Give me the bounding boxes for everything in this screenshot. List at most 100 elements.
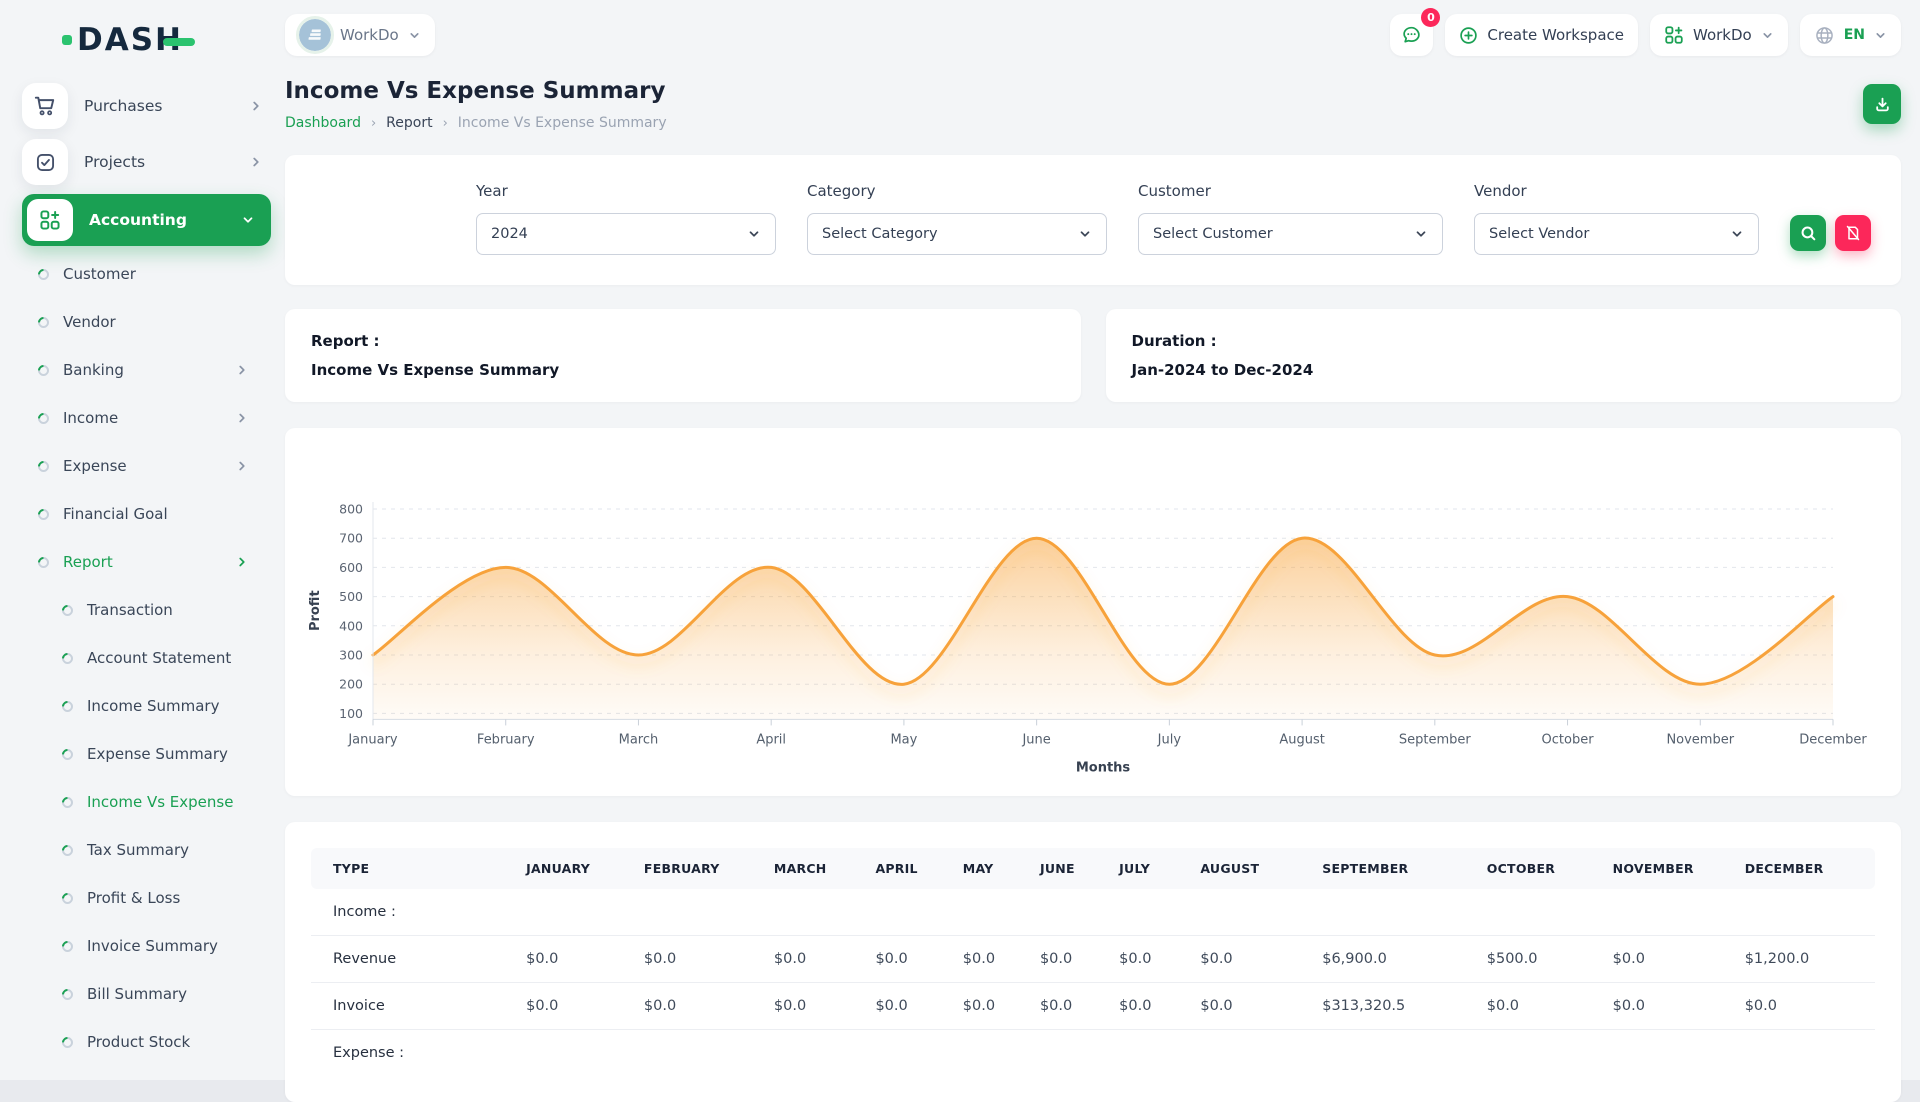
table-header-row: TYPEJANUARYFEBRUARYMARCHAPRILMAYJUNEJULY…	[311, 848, 1875, 889]
svg-text:September: September	[1399, 732, 1472, 747]
logo-dot	[62, 35, 72, 45]
bullet-icon	[60, 698, 76, 714]
sidebar-item-transaction[interactable]: Transaction	[22, 586, 271, 634]
cell	[863, 889, 950, 936]
svg-text:January: January	[347, 732, 398, 747]
column-header-july: JULY	[1107, 848, 1188, 889]
sidebar-item-product-stock[interactable]: Product Stock	[22, 1018, 271, 1066]
table-row-revenue: Revenue$0.0$0.0$0.0$0.0$0.0$0.0$0.0$0.0$…	[311, 936, 1875, 983]
cell	[1188, 1030, 1310, 1077]
sidebar-item-tax-summary[interactable]: Tax Summary	[22, 826, 271, 874]
sidebar-item-cash-flow[interactable]: Cash Flow	[22, 1066, 271, 1080]
sidebar-item-account-statement[interactable]: Account Statement	[22, 634, 271, 682]
sidebar-item-income-summary[interactable]: Income Summary	[22, 682, 271, 730]
chevron-right-icon	[235, 363, 249, 377]
svg-text:600: 600	[339, 560, 363, 575]
cell: $0.0	[951, 936, 1028, 983]
sidebar-item-label: Tax Summary	[87, 841, 271, 859]
cell	[1028, 889, 1107, 936]
breadcrumb-item-dashboard[interactable]: Dashboard	[285, 115, 361, 131]
bullet-icon	[36, 458, 52, 474]
download-button[interactable]	[1863, 84, 1901, 124]
cell: $0.0	[1107, 983, 1188, 1030]
cell	[1107, 1030, 1188, 1077]
cell	[1310, 1030, 1475, 1077]
cell: $313,320.5	[1310, 983, 1475, 1030]
create-workspace-button[interactable]: Create Workspace	[1445, 14, 1638, 56]
cart-icon	[22, 83, 68, 129]
page-header: Income Vs Expense Summary Dashboard›Repo…	[285, 78, 1901, 131]
vendor-label: Vendor	[1474, 182, 1759, 200]
sidebar-item-banking[interactable]: Banking	[22, 346, 271, 394]
column-header-august: AUGUST	[1188, 848, 1310, 889]
bullet-icon	[60, 842, 76, 858]
cell	[1475, 889, 1601, 936]
sidebar-item-invoice-summary[interactable]: Invoice Summary	[22, 922, 271, 970]
sidebar-item-accounting[interactable]: Accounting	[22, 194, 271, 246]
svg-text:November: November	[1666, 732, 1734, 747]
category-filter: Category Select Category	[807, 182, 1107, 255]
chevron-down-icon	[241, 213, 255, 227]
column-header-february: FEBRUARY	[632, 848, 762, 889]
filter-panel: Year 2024 Category Select Category Custo…	[285, 155, 1901, 285]
category-select[interactable]: Select Category	[807, 213, 1107, 255]
tasks-icon	[22, 139, 68, 185]
sidebar-item-purchases[interactable]: Purchases	[22, 78, 271, 134]
cell: $0.0	[1188, 936, 1310, 983]
workspace-menu-button[interactable]: WorkDo	[1650, 14, 1788, 56]
cell: $1,200.0	[1733, 936, 1875, 983]
app-logo[interactable]: DASH	[62, 22, 271, 58]
cell: $0.0	[951, 983, 1028, 1030]
sidebar-item-income-vs-expense[interactable]: Income Vs Expense	[22, 778, 271, 826]
svg-text:May: May	[890, 732, 917, 747]
sidebar-item-expense[interactable]: Expense	[22, 442, 271, 490]
sidebar-item-label: Projects	[84, 153, 233, 171]
sidebar-item-vendor[interactable]: Vendor	[22, 298, 271, 346]
language-code: EN	[1844, 27, 1865, 43]
svg-text:February: February	[477, 732, 535, 747]
messages-button[interactable]: 0	[1390, 14, 1433, 56]
accounting-submenu: Customer Vendor Banking Income ExpenseFinanc…	[22, 250, 271, 1080]
cell: $0.0	[514, 936, 632, 983]
vendor-filter: Vendor Select Vendor	[1474, 182, 1759, 255]
sidebar-item-report[interactable]: Report	[22, 538, 271, 586]
sidebar-item-expense-summary[interactable]: Expense Summary	[22, 730, 271, 778]
sidebar-item-label: Profit & Loss	[87, 889, 271, 907]
sidebar-item-label: Customer	[63, 265, 271, 283]
column-header-september: SEPTEMBER	[1310, 848, 1475, 889]
sidebar-item-financial-goal[interactable]: Financial Goal	[22, 490, 271, 538]
breadcrumb-item-report[interactable]: Report	[386, 115, 432, 131]
sidebar-item-income[interactable]: Income	[22, 394, 271, 442]
bullet-icon	[60, 938, 76, 954]
cell	[632, 1030, 762, 1077]
svg-text:400: 400	[339, 618, 363, 633]
svg-text:Months: Months	[1076, 760, 1131, 775]
sidebar-item-projects[interactable]: Projects	[22, 134, 271, 190]
search-icon	[1800, 225, 1817, 242]
customer-select[interactable]: Select Customer	[1138, 213, 1443, 255]
cell: $0.0	[1601, 936, 1733, 983]
grid-plus-icon	[1664, 25, 1684, 45]
top-header: WorkDo 0	[285, 0, 1901, 62]
income-expense-table-card: TYPEJANUARYFEBRUARYMARCHAPRILMAYJUNEJULY…	[285, 822, 1901, 1102]
language-selector[interactable]: EN	[1800, 14, 1901, 56]
apply-filter-button[interactable]	[1790, 215, 1826, 251]
svg-text:August: August	[1279, 732, 1325, 747]
sidebar-item-label: Purchases	[84, 97, 233, 115]
chevron-down-icon	[1874, 29, 1887, 42]
sidebar-item-profit-loss[interactable]: Profit & Loss	[22, 874, 271, 922]
cell: $0.0	[863, 983, 950, 1030]
workspace-selector[interactable]: WorkDo	[285, 14, 435, 56]
reset-filter-button[interactable]	[1835, 215, 1871, 251]
vendor-select[interactable]: Select Vendor	[1474, 213, 1759, 255]
workspace-name: WorkDo	[340, 26, 399, 44]
sidebar-item-label: Banking	[63, 361, 221, 379]
sidebar-item-bill-summary[interactable]: Bill Summary	[22, 970, 271, 1018]
summary-cards: Report : Income Vs Expense Summary Durat…	[285, 309, 1901, 402]
sidebar-item-label: Accounting	[89, 211, 225, 229]
year-select[interactable]: 2024	[476, 213, 776, 255]
sidebar-item-label: Income	[63, 409, 221, 427]
sidebar-item-customer[interactable]: Customer	[22, 250, 271, 298]
sidebar-item-label: Transaction	[87, 601, 271, 619]
row-label: Invoice	[311, 983, 514, 1030]
